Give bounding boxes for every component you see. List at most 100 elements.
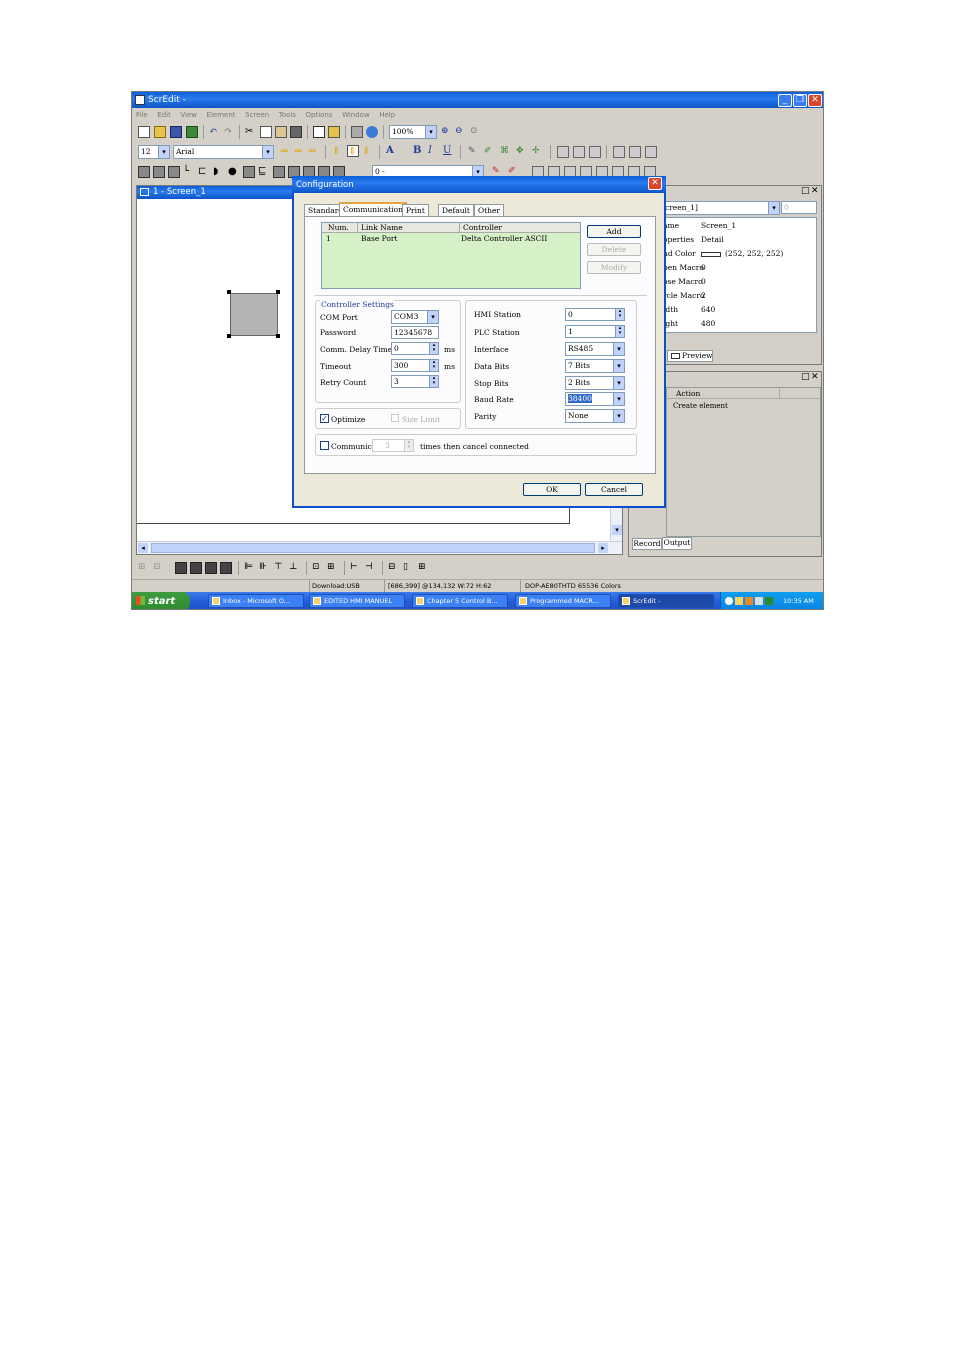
scroll-left-icon[interactable]: ◂ xyxy=(138,543,148,553)
tab-record[interactable]: Record xyxy=(632,538,662,550)
flip-icon[interactable]: ⌘ xyxy=(500,146,512,158)
image-element-icon[interactable] xyxy=(243,166,255,178)
interface-select[interactable]: RS485 ▾ xyxy=(565,342,625,356)
center-v-icon[interactable]: ⊞ xyxy=(327,562,339,574)
title-bar[interactable]: ScrEdit - _ ❐ ✕ xyxy=(132,92,823,108)
tab-output[interactable]: Output xyxy=(662,537,692,550)
spinner-icon[interactable]: ▴ ▾ xyxy=(615,309,624,320)
chart-element-icon[interactable] xyxy=(273,166,285,178)
align-left-icon[interactable]: ⇐ xyxy=(280,146,292,158)
lock-icon[interactable] xyxy=(645,146,657,158)
open-icon[interactable] xyxy=(154,126,166,138)
line-color-icon[interactable]: ✎ xyxy=(468,146,480,158)
cut-icon[interactable]: ✂ xyxy=(245,126,257,138)
space-v-icon[interactable]: ⊣ xyxy=(365,562,377,574)
tray-icon[interactable] xyxy=(725,597,733,605)
retry-count-input[interactable]: 3 ▴ ▾ xyxy=(391,375,439,388)
color-swatch[interactable] xyxy=(701,252,721,257)
align-grid-icon[interactable]: ⊞ xyxy=(138,562,150,574)
resize-handle[interactable] xyxy=(276,290,280,294)
comm-fail-checkbox[interactable] xyxy=(320,441,329,450)
dialog-close-button[interactable]: ✕ xyxy=(648,177,662,190)
delete-button[interactable]: Delete xyxy=(587,243,641,256)
undo-icon[interactable]: ↶ xyxy=(209,126,221,138)
menu-tools[interactable]: Tools xyxy=(279,111,296,119)
font-size-select[interactable]: 12 ▾ xyxy=(138,145,170,159)
timeout-input[interactable]: 300 ▴ ▾ xyxy=(391,359,439,372)
horizontal-scrollbar[interactable]: ◂ ▸ xyxy=(137,541,622,554)
underline-icon[interactable]: U xyxy=(443,145,455,157)
align-middle-icon[interactable]: ⇕ xyxy=(347,145,359,157)
taskbar-item-programmed-macro[interactable]: Programmed MACR... xyxy=(515,594,611,608)
comm-fail-count-input[interactable]: 3 ▴ ▾ xyxy=(372,439,414,452)
stop-bits-select[interactable]: 2 Bits ▾ xyxy=(565,376,625,390)
tray-icon[interactable] xyxy=(745,597,753,605)
save-icon[interactable] xyxy=(170,126,182,138)
spinner-icon[interactable]: ▴ ▾ xyxy=(429,376,438,387)
circle-element-icon[interactable]: ● xyxy=(228,166,240,178)
align-bottom-icon[interactable]: ⇓ xyxy=(362,146,374,158)
screen-icon[interactable] xyxy=(313,126,325,138)
same-size-icon[interactable]: ⊞ xyxy=(418,562,430,574)
spinner-icon[interactable]: ▴ ▾ xyxy=(404,440,413,451)
zoom-fit-icon[interactable]: ⊙ xyxy=(470,126,482,138)
start-button[interactable]: start xyxy=(132,592,190,609)
space-h-icon[interactable]: ⊢ xyxy=(350,562,362,574)
same-width-icon[interactable]: ⊟ xyxy=(388,562,400,574)
meter-element-icon[interactable] xyxy=(153,166,165,178)
align-right-edge-icon[interactable]: ⊪ xyxy=(259,562,271,574)
tray-icon[interactable] xyxy=(765,597,773,605)
open-screen-icon[interactable] xyxy=(328,126,340,138)
dialog-titlebar[interactable]: Configuration ✕ xyxy=(292,176,666,193)
align-bottom-edge-icon[interactable]: ⊥ xyxy=(289,562,301,574)
close-icon[interactable]: ✕ xyxy=(811,372,819,382)
bar-element-icon[interactable] xyxy=(168,166,180,178)
tray-icon[interactable] xyxy=(755,597,763,605)
resize-handle[interactable] xyxy=(227,290,231,294)
text-color-icon[interactable]: A xyxy=(386,145,398,157)
output-row[interactable]: Create element xyxy=(673,402,728,410)
resize-handle[interactable] xyxy=(227,334,231,338)
ungroup-icon[interactable] xyxy=(573,146,585,158)
com-port-select[interactable]: COM3 ▾ xyxy=(391,310,439,324)
scale-element-icon[interactable]: ⊑ xyxy=(258,166,270,178)
menu-screen[interactable]: Screen xyxy=(245,111,269,119)
redo-icon[interactable]: ↷ xyxy=(224,126,236,138)
tab-print[interactable]: Print xyxy=(402,204,429,216)
clock[interactable]: 10:35 AM xyxy=(783,597,814,605)
plc-station-input[interactable]: 1 ▴ ▾ xyxy=(565,325,625,338)
find-icon[interactable] xyxy=(290,126,302,138)
italic-icon[interactable]: I xyxy=(428,145,440,157)
data-bits-select[interactable]: 7 Bits ▾ xyxy=(565,359,625,373)
resize-handle[interactable] xyxy=(276,334,280,338)
zoom-out-icon[interactable]: ⊖ xyxy=(455,126,467,138)
menu-view[interactable]: View xyxy=(180,111,197,119)
pipe-element-icon[interactable]: ⊏ xyxy=(198,166,210,178)
optimize-checkbox[interactable]: ✓ xyxy=(320,414,329,423)
zoom-select[interactable]: 100% ▾ xyxy=(389,125,437,139)
send-backward-icon[interactable] xyxy=(220,562,232,574)
float-icon[interactable]: □ xyxy=(801,372,810,382)
tab-preview[interactable]: Preview xyxy=(667,350,713,362)
back-icon[interactable] xyxy=(629,146,641,158)
add-button[interactable]: Add xyxy=(587,225,641,238)
cancel-button[interactable]: Cancel xyxy=(585,483,643,496)
move-icon[interactable]: ✢ xyxy=(532,146,544,158)
baud-rate-select[interactable]: 38400 ▾ xyxy=(565,392,625,406)
link-table-row[interactable]: 1 Base Port Delta Controller ASCII xyxy=(322,233,580,244)
size-limit-checkbox[interactable] xyxy=(391,414,399,422)
align-grid2-icon[interactable]: ⊟ xyxy=(153,562,165,574)
menu-options[interactable]: Options xyxy=(306,111,333,119)
zoom-in-icon[interactable]: ⊕ xyxy=(441,126,453,138)
properties-selector[interactable]: creen_1] ▾ xyxy=(662,201,780,215)
same-height-icon[interactable]: ▯ xyxy=(403,562,415,574)
align-center-icon[interactable]: ⇔ xyxy=(294,146,306,158)
tab-communication[interactable]: Communication xyxy=(339,202,407,216)
menu-window[interactable]: Window xyxy=(342,111,370,119)
rotate-icon[interactable]: ✥ xyxy=(516,146,528,158)
spinner-icon[interactable]: ▴ ▾ xyxy=(615,326,624,337)
menu-file[interactable]: File xyxy=(136,111,148,119)
scroll-down-icon[interactable]: ▾ xyxy=(612,525,622,535)
spinner-icon[interactable]: ▴ ▾ xyxy=(429,343,438,354)
front-icon[interactable] xyxy=(613,146,625,158)
